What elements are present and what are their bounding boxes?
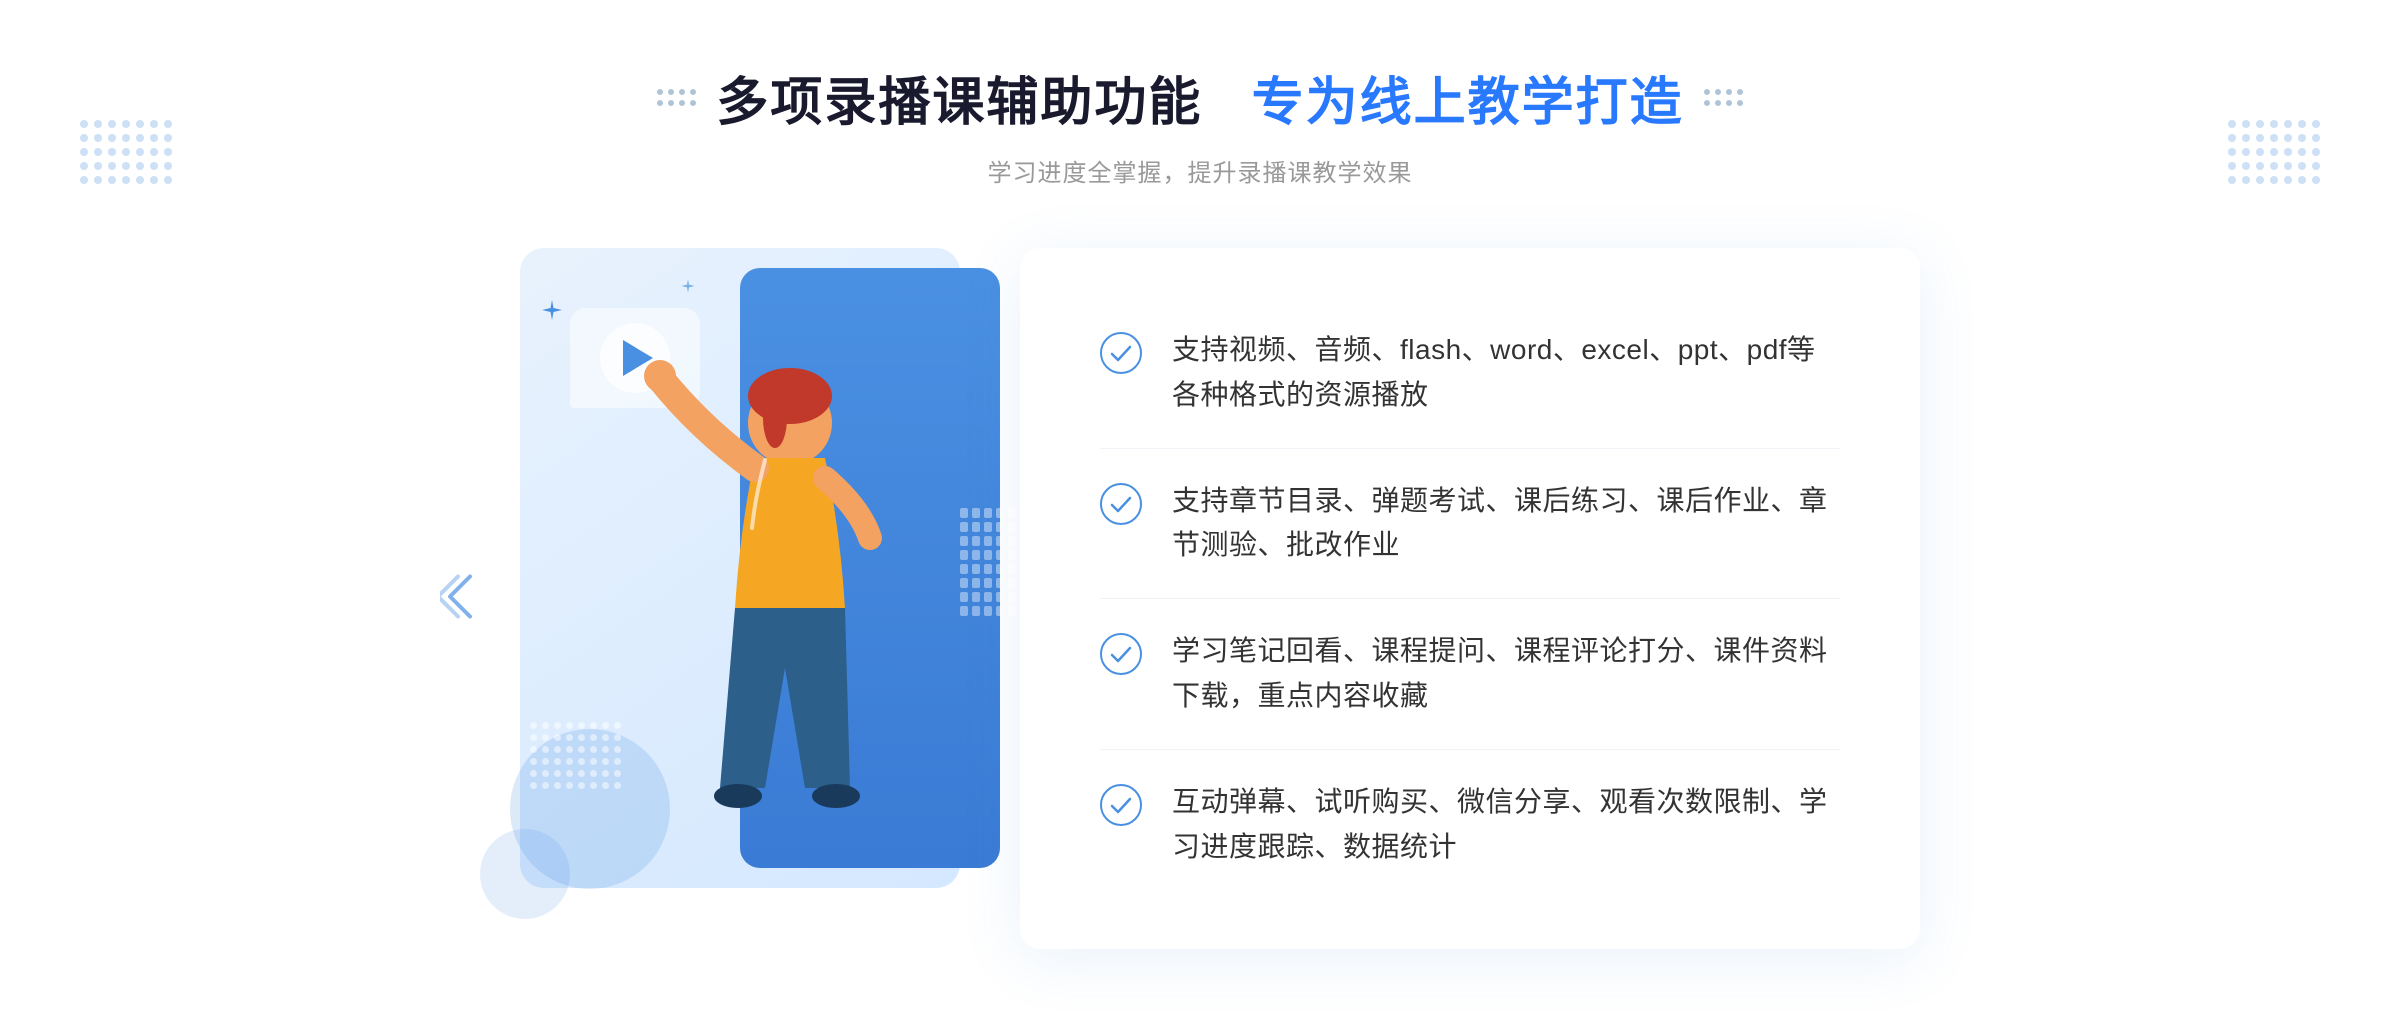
content-section: 支持视频、音频、flash、word、excel、ppt、pdf等各种格式的资源… [480,248,1920,949]
check-icon-1 [1100,332,1142,374]
deco-dots-left [80,120,172,184]
features-area: 支持视频、音频、flash、word、excel、ppt、pdf等各种格式的资源… [1020,248,1920,949]
feature-text-1: 支持视频、音频、flash、word、excel、ppt、pdf等各种格式的资源… [1172,328,1840,418]
illustration-area [480,248,1040,949]
left-arrows-deco [440,571,480,626]
feature-text-4: 互动弹幕、试听购买、微信分享、观看次数限制、学习进度跟踪、数据统计 [1172,780,1840,870]
page-subtitle: 学习进度全掌握，提升录播课教学效果 [657,153,1742,188]
feature-item-3: 学习笔记回看、课程提问、课程评论打分、课件资料下载，重点内容收藏 [1100,599,1840,750]
deco-dots-right [2228,120,2320,184]
page-title: 多项录播课辅助功能 专为线上教学打造 [716,60,1683,135]
sparkle-deco-2 [680,278,696,299]
check-icon-4 [1100,784,1142,826]
title-dots-right [1704,89,1743,106]
check-icon-3 [1100,633,1142,675]
check-icon-2 [1100,483,1142,525]
feature-item-4: 互动弹幕、试听购买、微信分享、观看次数限制、学习进度跟踪、数据统计 [1100,750,1840,900]
page-wrapper: 多项录播课辅助功能 专为线上教学打造 学习进度全掌握，提升录播课教学效果 [0,0,2400,1029]
sparkle-deco-1 [540,298,564,327]
feature-item-2: 支持章节目录、弹题考试、课后练习、课后作业、章节测验、批改作业 [1100,449,1840,600]
title-part2: 专为线上教学打造 [1252,74,1684,132]
title-part1: 多项录播课辅助功能 [716,74,1202,132]
feature-text-3: 学习笔记回看、课程提问、课程评论打分、课件资料下载，重点内容收藏 [1172,629,1840,719]
human-figure [600,328,920,908]
title-wrapper: 多项录播课辅助功能 专为线上教学打造 [657,60,1742,135]
header-section: 多项录播课辅助功能 专为线上教学打造 学习进度全掌握，提升录播课教学效果 [657,60,1742,188]
feature-item-1: 支持视频、音频、flash、word、excel、ppt、pdf等各种格式的资源… [1100,298,1840,449]
stripe-deco [960,508,1020,628]
title-dots-left [657,89,696,106]
feature-text-2: 支持章节目录、弹题考试、课后练习、课后作业、章节测验、批改作业 [1172,479,1840,569]
